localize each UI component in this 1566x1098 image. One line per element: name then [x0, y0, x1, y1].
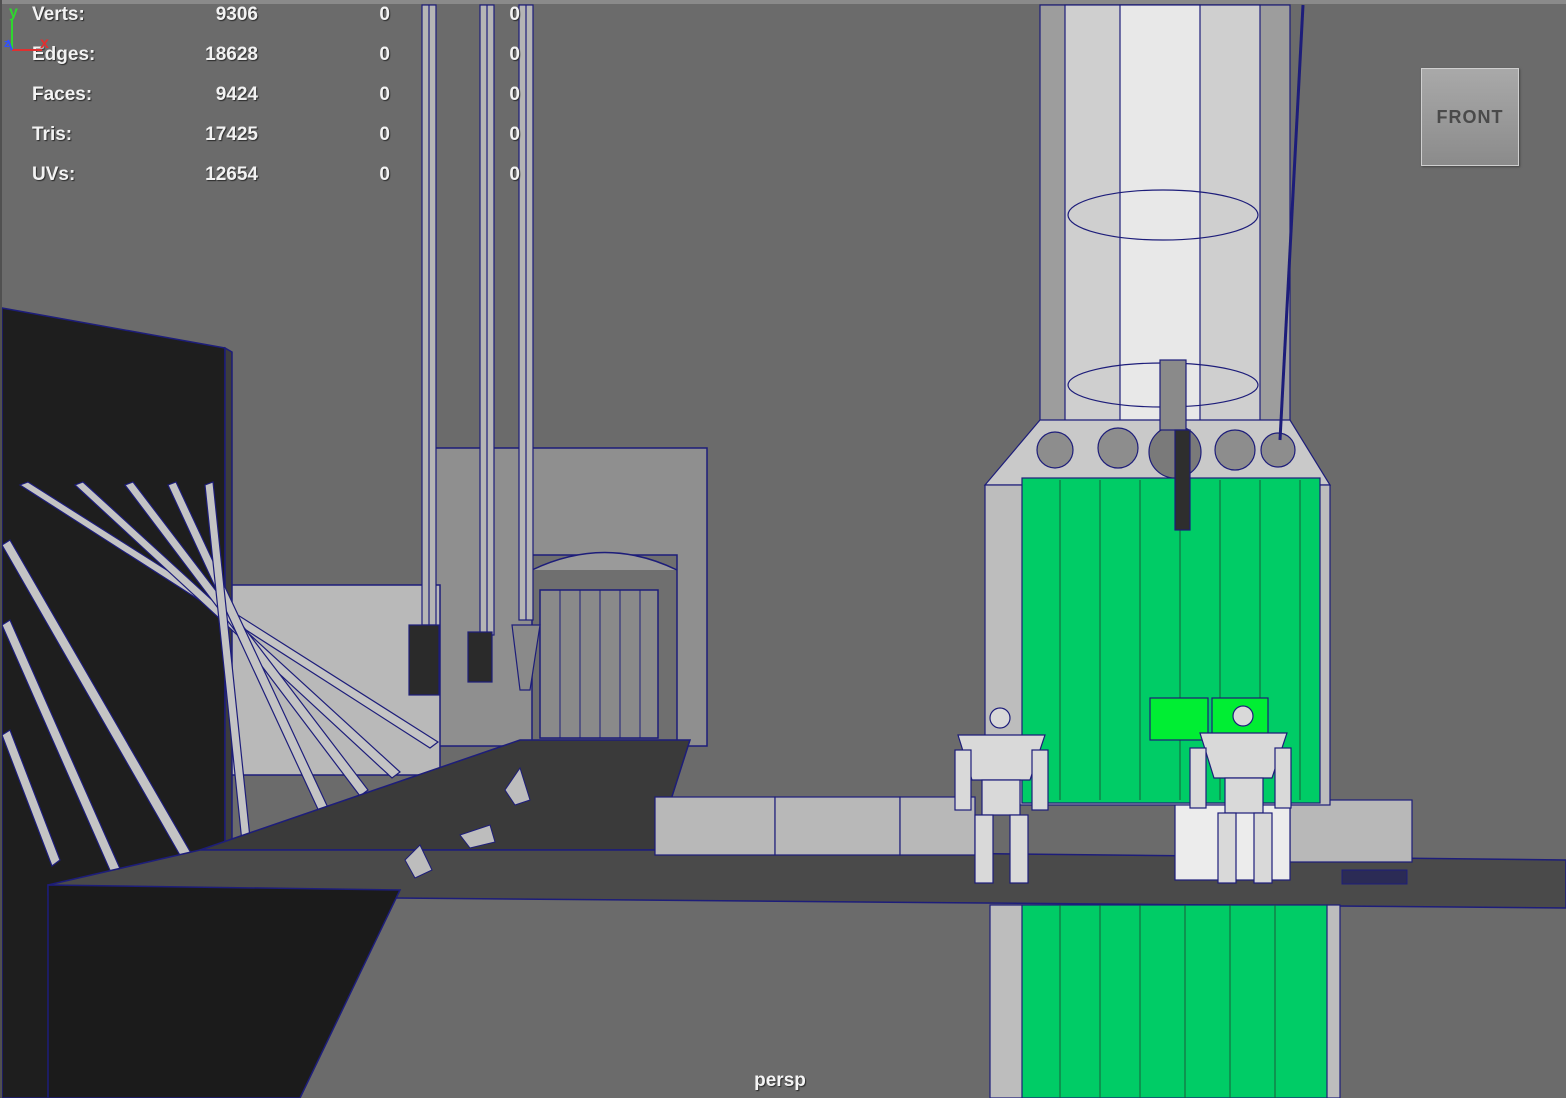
view-cube-face-label: FRONT	[1436, 107, 1504, 127]
hud-row-tris: Tris: 17425 0 0	[0, 124, 560, 148]
hud-count: 9306	[215, 4, 258, 25]
hud-count: 12654	[205, 164, 258, 185]
hud-component: 0	[509, 164, 520, 185]
hud-row-faces: Faces: 9424 0 0	[0, 84, 560, 108]
hud-component: 0	[509, 124, 520, 145]
hud-selected: 0	[379, 44, 390, 65]
hud-row-edges: Edges: 18628 0 0	[0, 44, 560, 68]
hud-label: Tris:	[32, 124, 73, 145]
z-axis-label: z	[4, 38, 10, 50]
tower	[983, 4, 1341, 1098]
back-building	[224, 447, 708, 776]
x-axis-label: x	[40, 35, 49, 52]
axis-gizmo: y x z	[4, 4, 49, 52]
hud-selected: 0	[379, 124, 390, 145]
hud-selected: 0	[379, 164, 390, 185]
hud-count: 17425	[205, 124, 258, 145]
view-cube[interactable]: FRONT	[1421, 68, 1519, 166]
perspective-viewport[interactable]: Verts: 9306 0 0 Edges: 18628 0 0 Faces: …	[0, 0, 1566, 1098]
hud-selected: 0	[379, 4, 390, 25]
hud-count: 9424	[215, 84, 258, 105]
hud-row-uvs: UVs: 12654 0 0	[0, 164, 560, 188]
camera-name-label: persp	[754, 1070, 806, 1091]
hud-component: 0	[509, 4, 520, 25]
hud-count: 18628	[205, 44, 258, 65]
hud-selected: 0	[379, 84, 390, 105]
hud-label: UVs:	[32, 164, 76, 185]
hud-component: 0	[509, 44, 520, 65]
hud-row-verts: Verts: 9306 0 0	[0, 4, 560, 28]
y-axis-label: y	[9, 4, 18, 21]
hud-component: 0	[509, 84, 520, 105]
hud-label: Faces:	[32, 84, 93, 105]
